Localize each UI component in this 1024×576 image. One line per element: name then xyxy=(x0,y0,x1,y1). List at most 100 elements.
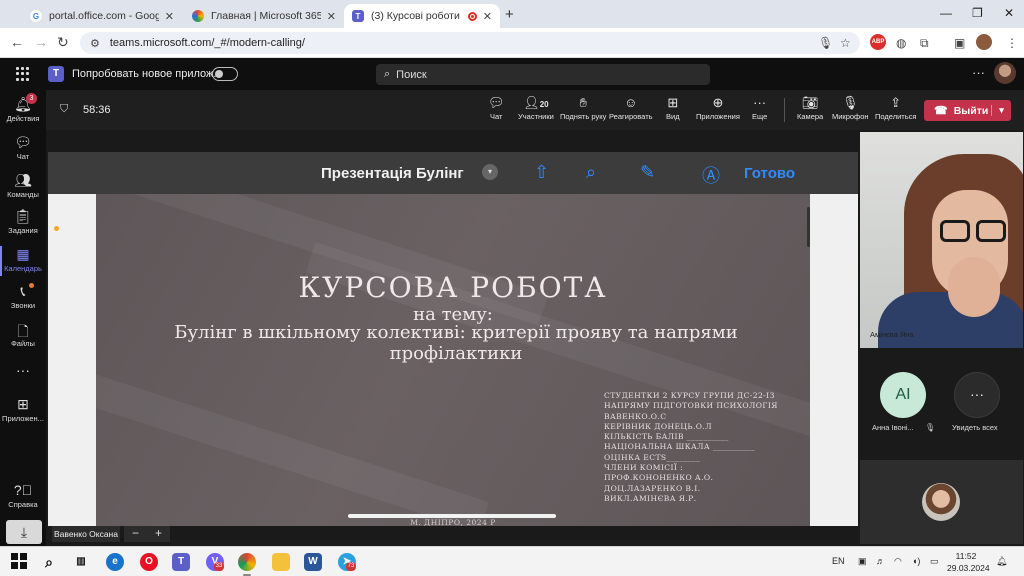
presentation-scrubber[interactable] xyxy=(348,514,556,518)
sidebar-item-assignments[interactable]: 📋︎ Задания xyxy=(0,208,46,235)
leave-button[interactable]: ☎︎ Выйти ▾ xyxy=(924,100,1011,121)
new-teams-toggle[interactable] xyxy=(212,67,238,81)
zoom-out-button[interactable]: − xyxy=(132,526,139,542)
new-tab-button[interactable]: + xyxy=(505,6,514,23)
more-button[interactable]: ··· Еще xyxy=(752,95,767,121)
download-button[interactable]: ⤓ xyxy=(6,520,42,544)
volume-icon[interactable]: ◖) xyxy=(912,556,920,566)
windows-start-icon[interactable] xyxy=(10,553,28,571)
share-button[interactable]: ⇪ Поделиться xyxy=(875,95,916,121)
close-tab-icon[interactable]: ✕ xyxy=(483,10,492,23)
more-icon: ··· xyxy=(970,386,984,402)
close-tab-icon[interactable]: ✕ xyxy=(327,10,336,23)
sidebar-item-chat[interactable]: 💬︎ Чат xyxy=(0,134,46,161)
tray-app-icon[interactable]: ♬ xyxy=(876,556,885,566)
browser-tab-teams[interactable]: T (3) Курсові роботи (захист) ✕ xyxy=(344,4,500,28)
site-info-icon[interactable]: ⚙ xyxy=(90,37,100,50)
wifi-icon[interactable]: ◠ xyxy=(894,556,902,567)
participant-name: Анна Івоні... xyxy=(872,423,914,432)
markup-icon[interactable]: Ⓐ xyxy=(702,162,720,188)
word-icon[interactable]: W xyxy=(304,553,322,571)
sidebar-item-activity[interactable]: 🔔︎ 3 Действия xyxy=(0,93,46,123)
slide-title: КУРСОВА РОБОТА xyxy=(298,271,608,304)
search-input[interactable]: ⌕ Поиск xyxy=(376,64,710,85)
try-new-teams-label: Попробовать новое прилож... xyxy=(72,68,223,80)
sidebar-item-apps[interactable]: ⊞ Приложен... xyxy=(0,396,46,423)
close-window-icon[interactable]: ✕ xyxy=(1004,6,1014,20)
left-app-rail: 🔔︎ 3 Действия 💬︎ Чат 👥︎ Команды 📋︎ Задан… xyxy=(0,90,46,546)
task-view-icon[interactable]: ▥ xyxy=(72,553,90,571)
sidebar-item-label: Файлы xyxy=(11,339,35,348)
sidebar-item-help[interactable]: ?⃝ Справка xyxy=(0,482,46,509)
share-doc-icon[interactable]: ⇧ xyxy=(534,162,549,183)
download-icon: ⤓ xyxy=(20,524,28,540)
view-button[interactable]: ⊞ Вид xyxy=(666,95,680,121)
sidebar-item-label: Приложен... xyxy=(2,414,44,423)
tab-title: Главная | Microsoft 365 xyxy=(211,10,321,22)
app-launcher-icon[interactable] xyxy=(16,67,30,81)
chat-button[interactable]: 💬︎ Чат xyxy=(488,95,505,121)
scrollbar[interactable] xyxy=(807,207,810,247)
react-button[interactable]: ☺ Реагировать xyxy=(609,95,653,121)
hand-icon: ✋︎ xyxy=(579,95,587,110)
chevron-down-icon[interactable]: ▾ xyxy=(991,105,1011,116)
browser-tab-m365[interactable]: Главная | Microsoft 365 ✕ xyxy=(184,4,344,28)
profile-avatar[interactable] xyxy=(976,34,992,50)
file-explorer-icon[interactable] xyxy=(272,553,290,571)
search-icon: ⌕ xyxy=(384,68,391,80)
see-all-button[interactable]: ··· xyxy=(954,372,1000,418)
tray-app-icon[interactable]: ▣ xyxy=(858,556,867,567)
opera-icon[interactable]: O xyxy=(140,553,158,571)
search-icon[interactable]: ⌕ xyxy=(40,553,58,571)
close-tab-icon[interactable]: ✕ xyxy=(165,10,174,23)
microphone-icon[interactable]: 🎙 xyxy=(818,36,833,50)
forward-icon[interactable]: → xyxy=(34,34,48,50)
bookmark-star-icon[interactable]: ☆ xyxy=(840,36,851,50)
done-button[interactable]: Готово xyxy=(744,165,795,182)
teams-icon[interactable]: T xyxy=(172,553,190,571)
apps-icon: ⊞ xyxy=(17,396,29,412)
adblock-icon[interactable]: ABP xyxy=(870,34,886,50)
mic-off-icon: 🎙︎ xyxy=(842,95,859,110)
camera-button[interactable]: 📷︎ Камера xyxy=(797,95,823,121)
notifications-icon[interactable]: 🔔︎ xyxy=(996,556,1007,567)
extensions-icon[interactable]: ⧉ xyxy=(920,36,929,51)
sidebar-icon[interactable]: ▣ xyxy=(954,36,965,50)
participant-avatar[interactable]: AI xyxy=(880,372,926,418)
battery-icon[interactable]: ▭ xyxy=(930,556,939,567)
browser-tab-google[interactable]: G portal.office.com - Google Search ✕ xyxy=(22,4,182,28)
presenter-name-tag: Вавенко Оксана xyxy=(52,526,120,542)
leave-label: Выйти xyxy=(953,104,989,117)
translate-icon[interactable]: ◍ xyxy=(896,36,906,50)
info-line: НАЦІОНАЛЬНА ШКАЛА __________ xyxy=(604,442,755,452)
apps-button[interactable]: ⊕ Приложения xyxy=(696,95,740,121)
see-all-label: Увидеть всех xyxy=(952,423,998,432)
chat-icon: 💬︎ xyxy=(488,95,505,110)
mic-button[interactable]: 🎙︎ Микрофон xyxy=(832,95,869,121)
sidebar-item-files[interactable]: 🗋 Файлы xyxy=(0,321,46,348)
address-bar[interactable]: ⚙ teams.microsoft.com/_#/modern-calling/ xyxy=(80,32,860,54)
more-options-icon[interactable]: ··· xyxy=(972,65,985,80)
participant-video-tile[interactable]: Амінєва Яна xyxy=(860,132,1023,348)
chrome-icon[interactable] xyxy=(238,553,256,571)
sidebar-item-calendar[interactable]: ▦ Календарь xyxy=(0,246,46,276)
search-icon[interactable]: ⌕ xyxy=(586,162,596,183)
edge-icon[interactable]: e xyxy=(106,553,124,571)
zoom-in-button[interactable]: + xyxy=(155,526,162,542)
annotate-icon[interactable]: ✎ xyxy=(640,162,655,183)
sidebar-item-calls[interactable]: 📞︎ Звонки xyxy=(0,283,46,310)
avatar[interactable] xyxy=(994,62,1016,84)
raise-hand-button[interactable]: ✋︎ Поднять руку xyxy=(560,95,606,121)
chevron-down-icon[interactable]: ▾ xyxy=(482,164,498,180)
browser-menu-icon[interactable]: ⋮ xyxy=(1006,36,1018,50)
sidebar-item-teams[interactable]: 👥︎ Команды xyxy=(0,172,46,199)
restore-icon[interactable]: ❐ xyxy=(972,6,983,20)
language-indicator[interactable]: EN xyxy=(832,556,845,566)
smile-icon: ☺ xyxy=(624,95,638,110)
back-icon[interactable]: ← xyxy=(10,34,24,50)
sidebar-more[interactable]: ··· xyxy=(0,362,46,380)
minimize-icon[interactable]: — xyxy=(940,6,952,20)
system-clock[interactable]: 11:52 29.03.2024 xyxy=(947,550,990,574)
participants-button[interactable]: 👤︎20 Участники xyxy=(518,95,554,121)
reload-icon[interactable]: ↻ xyxy=(57,34,69,51)
